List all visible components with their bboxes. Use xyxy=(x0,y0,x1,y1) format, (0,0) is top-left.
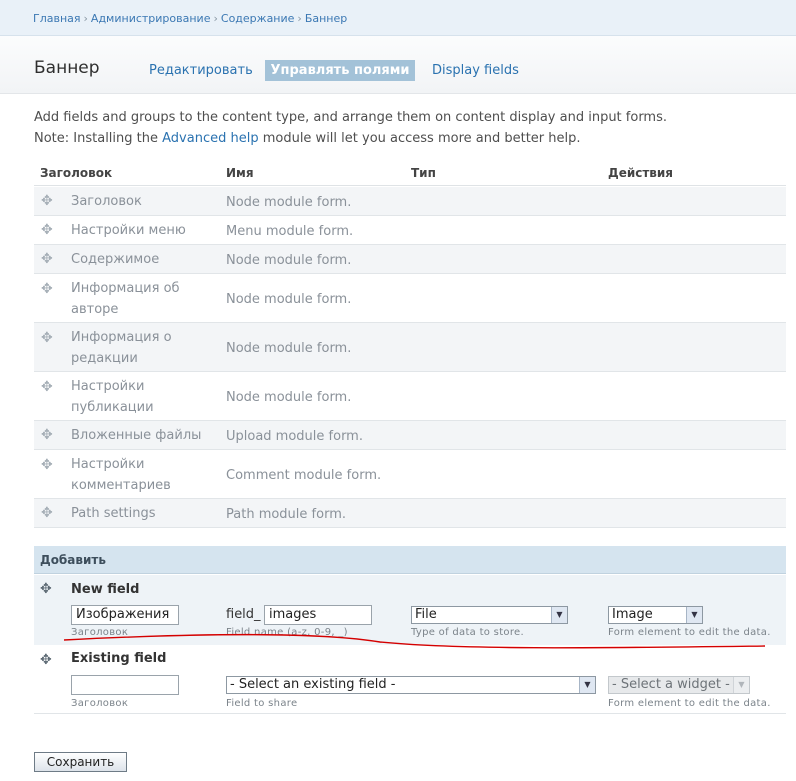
existing-widget-value: - Select a widget - xyxy=(612,677,730,692)
existing-field-select[interactable]: - Select an existing field - ▼ xyxy=(226,676,596,694)
existing-field-label-input[interactable] xyxy=(71,675,179,695)
existing-field-desc: Field to share xyxy=(226,698,298,709)
existing-widget-select[interactable]: - Select a widget - ▼ xyxy=(608,676,750,694)
chevron-down-icon[interactable]: ▼ xyxy=(579,677,595,693)
existing-field-value: - Select an existing field - xyxy=(230,677,396,692)
existing-widget-desc: Form element to edit the data. xyxy=(608,698,771,709)
table-bottom-divider xyxy=(34,713,786,714)
existing-field-title: Existing field xyxy=(71,651,167,666)
existing-field-label-desc: Заголовок xyxy=(71,698,129,709)
chevron-down-icon: ▼ xyxy=(733,677,749,693)
existing-field-row: ✥ Existing field Заголовок - Select an e… xyxy=(34,645,786,713)
save-button[interactable]: Сохранить xyxy=(34,752,127,772)
drag-handle-icon[interactable]: ✥ xyxy=(40,653,52,667)
